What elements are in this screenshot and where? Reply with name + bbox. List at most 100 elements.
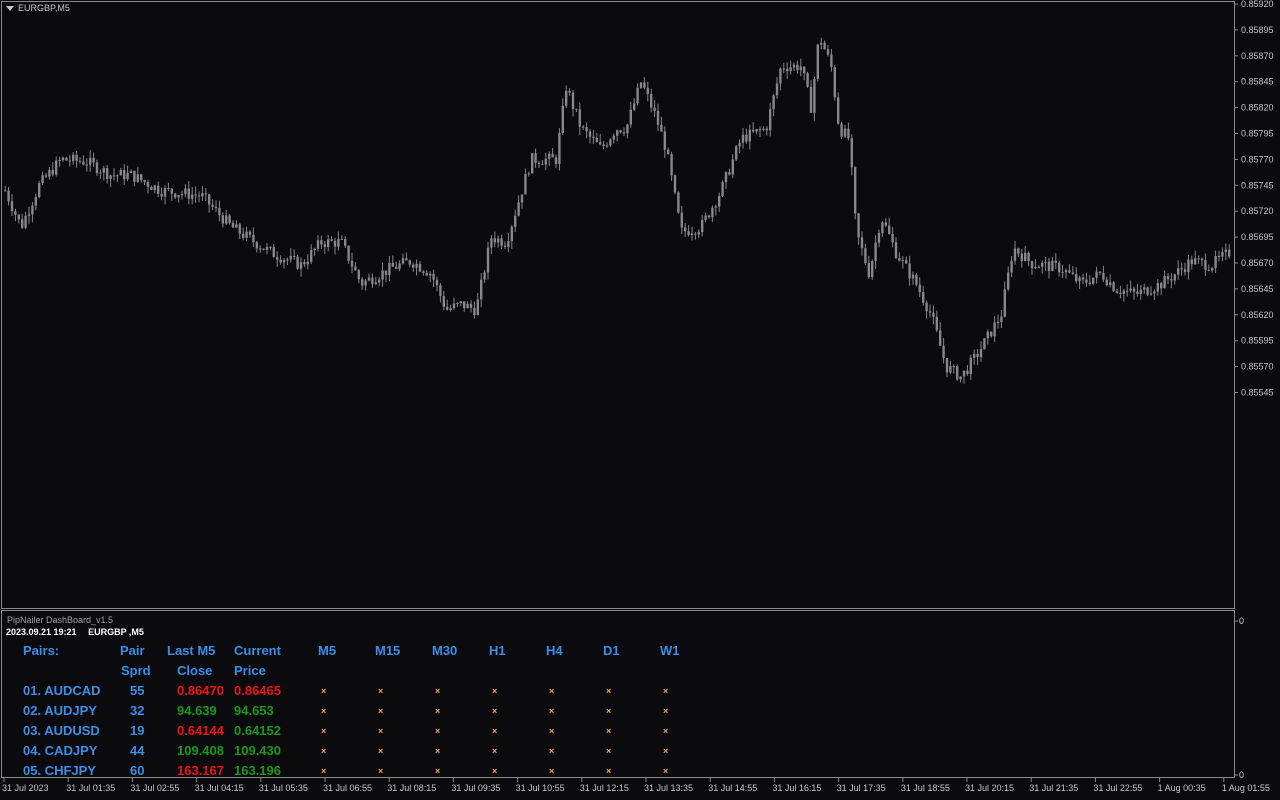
candle-body [888, 225, 891, 234]
candle-body [962, 370, 966, 377]
candle-body [1139, 289, 1142, 294]
candle-body [357, 270, 360, 280]
header-timeframe-w1: W1 [660, 643, 680, 658]
candle-body [898, 258, 901, 261]
candle-body [412, 264, 415, 268]
candle-body [1017, 248, 1020, 254]
candle-body [95, 162, 99, 174]
candle-body [44, 175, 48, 177]
signal-mark-m15: × [378, 726, 384, 736]
time-tick-label: 31 Jul 02:55 [130, 783, 179, 793]
signal-mark-m30: × [435, 766, 441, 776]
chart-window[interactable]: 0.85920 0.85895 0.85870 0.85845 0.85820 0.857… [0, 0, 1280, 800]
candle-body [177, 195, 180, 198]
candle-body [850, 138, 853, 168]
current-price: 0.86465 [234, 683, 281, 698]
signal-mark-w1: × [663, 746, 669, 756]
candle-body [1129, 288, 1132, 291]
candle-body [544, 158, 547, 165]
candle-body [1068, 270, 1071, 273]
time-tick-label: 31 Jul 14:55 [708, 783, 757, 793]
candle-body [996, 321, 1000, 323]
signal-mark-h4: × [549, 726, 555, 736]
candle-body [551, 153, 554, 158]
price-tick-label: 0.85670 [1241, 258, 1274, 268]
candle-body [82, 161, 85, 165]
current-price: 94.653 [234, 703, 274, 718]
price-tick-label: 0.85795 [1241, 129, 1274, 139]
candle-body [78, 160, 82, 162]
time-tick-label: 31 Jul 2023 [2, 783, 49, 793]
candle-body [731, 159, 734, 175]
candle-body [1027, 252, 1030, 262]
price-tick-label: 0.85770 [1241, 154, 1274, 164]
candle-body [833, 67, 836, 98]
candle-body [1013, 248, 1017, 261]
candle-body [214, 206, 218, 208]
candle-body [378, 279, 381, 283]
candle-body [381, 270, 384, 280]
candle-body [449, 308, 452, 310]
candle-body [520, 194, 524, 203]
chart-canvas[interactable]: 0.85920 0.85895 0.85870 0.85845 0.85820 0.857… [0, 0, 1280, 800]
candle-body [633, 103, 636, 110]
candle-body [1126, 290, 1129, 292]
candle-body [854, 167, 857, 214]
signal-mark-m5: × [321, 706, 327, 716]
dropdown-triangle-icon[interactable] [6, 5, 14, 11]
candle-body [690, 233, 694, 236]
candle-body [565, 90, 568, 106]
pair-spread: 55 [130, 683, 145, 698]
candle-body [891, 233, 894, 243]
candle-body [367, 277, 371, 281]
candle-body [531, 153, 534, 174]
current-price: 0.64152 [234, 723, 281, 738]
candle-body [415, 263, 418, 268]
candle-body [136, 174, 139, 182]
signal-mark-m15: × [378, 686, 384, 696]
symbol-timeframe-label[interactable]: EURGBP,M5 [6, 3, 70, 13]
candle-body [1061, 272, 1064, 274]
candle-body [344, 238, 347, 246]
candle-body [667, 149, 670, 155]
candle-body [34, 196, 37, 206]
candle-body [119, 170, 122, 176]
candle-body [1217, 255, 1221, 257]
candle-body [901, 259, 904, 261]
candle-body [1146, 287, 1149, 295]
candle-body [1024, 252, 1027, 261]
candle-body [486, 247, 490, 273]
signal-mark-w1: × [663, 726, 669, 736]
candle-body [752, 129, 755, 132]
candle-body [58, 160, 61, 162]
candle-body [150, 186, 153, 190]
signal-mark-m30: × [435, 746, 441, 756]
header-timeframe-m30: M30 [432, 643, 458, 658]
candle-body [282, 259, 286, 263]
candle-body [578, 109, 581, 127]
candle-body [422, 271, 425, 273]
signal-mark-d1: × [606, 766, 612, 776]
time-tick-label: 31 Jul 13:35 [644, 783, 693, 793]
time-tick-label: 31 Jul 22:55 [1093, 783, 1142, 793]
header-timeframe-d1: D1 [603, 643, 620, 658]
candle-body [1007, 272, 1010, 290]
candle-body [1112, 282, 1115, 292]
candle-body [129, 170, 133, 173]
candle-body [1020, 253, 1023, 261]
candle-body [673, 175, 677, 193]
candle-body [1122, 290, 1125, 294]
current-price: 109.430 [234, 743, 281, 758]
candle-body [629, 109, 632, 125]
time-tick-label: 31 Jul 10:55 [516, 783, 565, 793]
header-current-price-bottom: Price [234, 663, 266, 678]
candle-body [639, 82, 643, 88]
candle-body [990, 331, 993, 337]
last-m5-close: 0.64144 [177, 723, 224, 738]
candle-body [1081, 277, 1085, 280]
candle-body [316, 240, 320, 249]
time-tick-label: 31 Jul 06:55 [323, 783, 372, 793]
candle-body [259, 248, 262, 250]
pair-spread: 32 [130, 703, 145, 718]
candle-body [187, 188, 190, 199]
